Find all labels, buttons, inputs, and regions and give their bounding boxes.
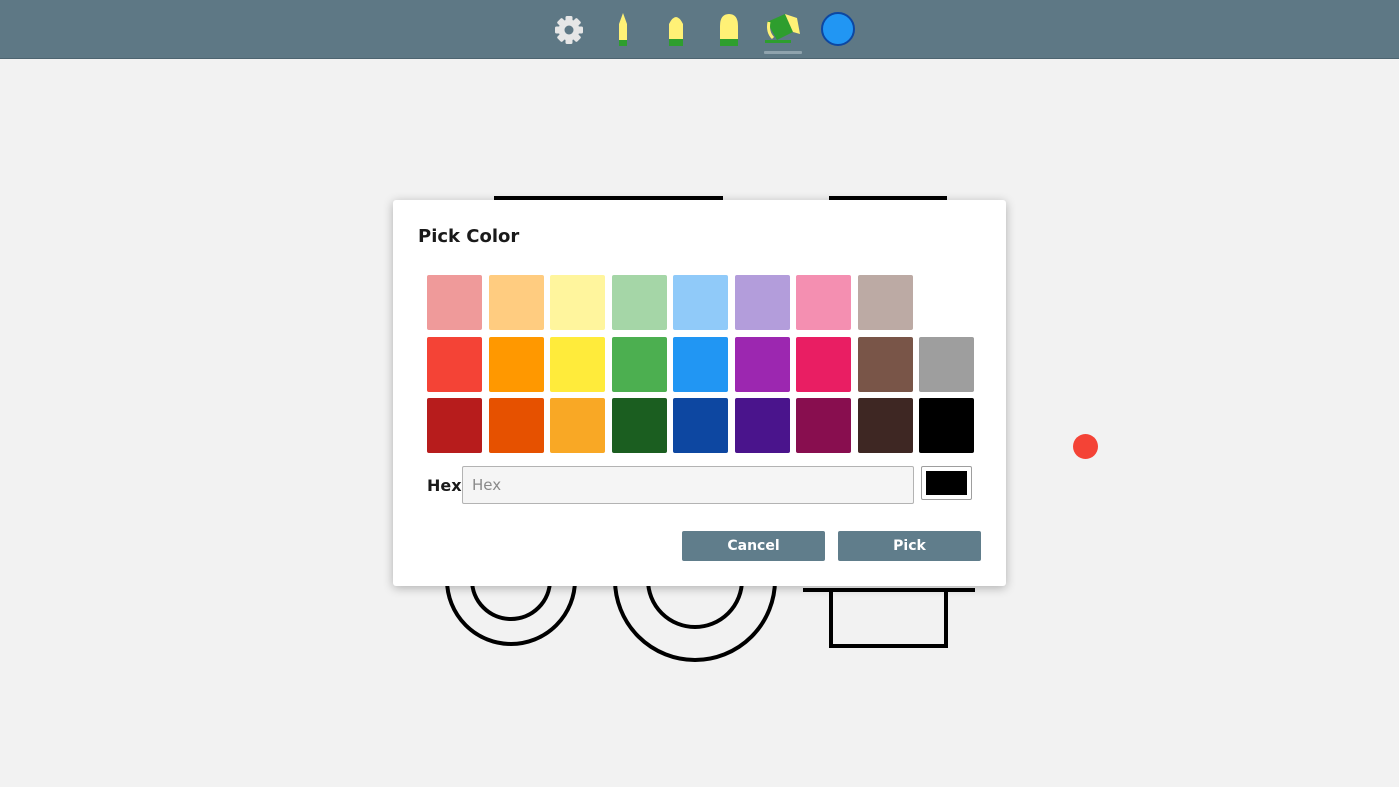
pick-button[interactable]: Pick: [838, 531, 981, 561]
drawn-wheel-outer: [445, 579, 577, 646]
color-swatch[interactable]: [427, 336, 482, 392]
hex-label: Hex: [427, 476, 462, 495]
pen-thick-button[interactable]: [717, 8, 741, 50]
color-swatch[interactable]: [796, 336, 851, 392]
color-swatch[interactable]: [857, 336, 913, 392]
color-swatch[interactable]: [673, 336, 728, 392]
color-preview-swatch: [926, 471, 967, 495]
color-swatch[interactable]: [488, 398, 544, 453]
pen-medium-button[interactable]: [665, 8, 687, 50]
color-swatch[interactable]: [796, 275, 851, 330]
cursor-dot: [1073, 434, 1098, 459]
color-swatch[interactable]: [550, 398, 605, 453]
color-swatch[interactable]: [673, 275, 728, 330]
color-swatch[interactable]: [550, 275, 605, 330]
cancel-button[interactable]: Cancel: [682, 531, 825, 561]
toolbar: [0, 0, 1399, 59]
color-preview: [921, 466, 972, 500]
color-swatch[interactable]: [488, 336, 544, 392]
color-swatch[interactable]: [611, 336, 667, 392]
dialog-title: Pick Color: [418, 226, 520, 247]
color-swatch[interactable]: [611, 398, 667, 453]
color-circle-icon: [821, 12, 855, 46]
color-swatch[interactable]: [734, 398, 790, 453]
pen-thick-icon: [720, 14, 738, 46]
color-swatch[interactable]: [427, 275, 482, 330]
color-swatch[interactable]: [427, 398, 482, 453]
color-button[interactable]: [820, 8, 856, 50]
color-swatch[interactable]: [796, 398, 851, 453]
color-swatch[interactable]: [488, 275, 544, 330]
paint-bucket-icon: [765, 14, 800, 43]
color-swatch[interactable]: [734, 336, 790, 392]
color-swatch[interactable]: [857, 398, 913, 453]
pen-medium-icon: [669, 17, 683, 46]
color-swatch[interactable]: [919, 336, 974, 392]
color-swatch[interactable]: [919, 398, 974, 453]
drawn-box: [829, 588, 948, 648]
color-swatch[interactable]: [734, 275, 790, 330]
pen-thin-icon: [619, 13, 627, 46]
drawn-wheel-outer: [613, 579, 777, 662]
hex-input[interactable]: [462, 466, 914, 504]
color-swatch[interactable]: [611, 275, 667, 330]
fill-button[interactable]: [763, 8, 803, 54]
color-swatch[interactable]: [550, 336, 605, 392]
drawn-wheel-inner: [646, 579, 744, 629]
color-swatch[interactable]: [857, 275, 913, 330]
color-swatch[interactable]: [673, 398, 728, 453]
pick-color-dialog: Pick Color Hex Cancel Pick: [393, 200, 1006, 586]
settings-button[interactable]: [552, 8, 586, 50]
gear-icon: [555, 16, 583, 44]
pen-thin-button[interactable]: [614, 8, 632, 50]
